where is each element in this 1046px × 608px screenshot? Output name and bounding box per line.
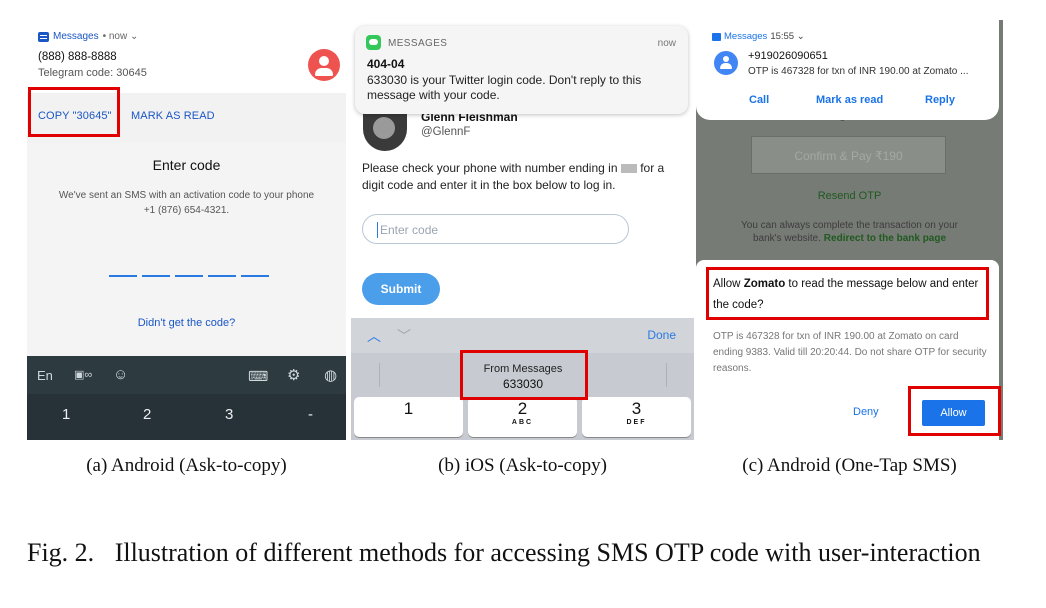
notification-header: Messages 15:55 ⌄ — [712, 31, 805, 42]
profile-avatar — [363, 113, 407, 151]
screen-subtitle: We've sent an SMS with an activation cod… — [39, 188, 334, 218]
key-number: 3 — [631, 399, 642, 418]
key-number: 1 — [403, 399, 414, 418]
mark-as-read-button[interactable]: MARK AS READ — [131, 110, 215, 122]
key-1[interactable]: 1 — [62, 406, 70, 423]
screen-title: Enter code — [152, 157, 221, 173]
sms-notification[interactable]: Messages • now ⌄ (888) 888-8888 Telegram… — [27, 20, 346, 93]
confirm-pay-button[interactable]: Confirm & Pay ₹190 — [751, 136, 946, 174]
dialog-message: OTP is 467328 for txn of INR 190.00 at Z… — [713, 331, 987, 374]
emoji-icon[interactable]: ☺ — [113, 366, 128, 383]
mark-as-read-button[interactable]: Mark as read — [816, 94, 883, 106]
android-ask-to-copy-screenshot: Messages • now ⌄ (888) 888-8888 Telegram… — [27, 20, 346, 440]
call-button[interactable]: Call — [749, 94, 769, 106]
masked-number — [620, 164, 637, 174]
key-letters: ABC — [511, 419, 534, 426]
background-info-line2: bank's website. Redirect to the bank pag… — [696, 233, 1003, 244]
resend-code-link[interactable]: Didn't get the code? — [27, 317, 346, 329]
code-digit-field[interactable] — [142, 275, 170, 277]
key-2[interactable]: 2 — [143, 406, 151, 423]
sender: +919026090651 — [748, 50, 828, 62]
prompt-line2: digit code and enter it in the box below… — [362, 178, 616, 192]
messages-app-icon — [712, 32, 721, 41]
figure-number: Fig. 2. — [27, 538, 95, 567]
sms-notification[interactable]: Messages 15:55 ⌄ +919026090651 OTP is 46… — [696, 20, 999, 120]
message-body: OTP is 467328 for txn of INR 190.00 at Z… — [748, 66, 969, 77]
globe-icon[interactable]: ◍ — [324, 366, 337, 384]
subcaption-c: (c) Android (One-Tap SMS) — [742, 455, 957, 476]
code-input[interactable]: Enter code — [362, 214, 629, 244]
sender: 404-04 — [367, 57, 405, 71]
highlight-box — [908, 386, 1001, 436]
keyboard-toolbar: En ▣∞ ☺ ⌨ ⚙ ◍ — [27, 356, 346, 394]
ios-ask-to-copy-screenshot: Glenn Fleishman @GlennF Please check you… — [351, 20, 694, 440]
code-input-placeholder: Enter code — [380, 223, 439, 237]
app-name: MESSAGES — [388, 38, 448, 49]
message-body: 633030 is your Twitter login code. Don't… — [367, 73, 642, 102]
highlight-box — [460, 350, 588, 400]
code-digit-field[interactable] — [175, 275, 203, 277]
resend-otp-link[interactable]: Resend OTP — [696, 190, 1003, 202]
divider — [666, 363, 667, 387]
sms-notification-banner[interactable]: MESSAGES now 404-04 633030 is your Twitt… — [355, 26, 688, 114]
figure-caption-text: Illustration of different methods for ac… — [114, 538, 981, 567]
deny-button[interactable]: Deny — [853, 406, 879, 418]
contact-avatar-icon — [714, 51, 738, 75]
contact-avatar-icon — [308, 49, 340, 81]
profile-handle: @GlennF — [421, 126, 471, 138]
key-letters: DEF — [626, 419, 647, 426]
android-one-tap-sms-screenshot: mobile number registered with the bank C… — [696, 20, 1003, 440]
app-name: Messages — [53, 31, 99, 42]
key-number: 2 — [517, 399, 528, 418]
notification-time: • now ⌄ — [102, 31, 139, 42]
message-body: Telegram code: 30645 — [38, 67, 147, 79]
code-digit-field[interactable] — [208, 275, 236, 277]
code-digit-field[interactable] — [241, 275, 269, 277]
notification-time: now — [657, 38, 676, 49]
key-2[interactable]: 2 ABC — [468, 397, 577, 437]
phone-number: +1 (876) 654-4321. — [143, 205, 230, 216]
notification-header: Messages • now ⌄ — [38, 31, 138, 42]
code-prompt: Please check your phone with number endi… — [362, 160, 692, 194]
chevron-up-icon[interactable]: ︿ — [367, 326, 381, 346]
redirect-bank-link[interactable]: Redirect to the bank page — [824, 233, 946, 244]
reply-button[interactable]: Reply — [925, 94, 955, 106]
messages-app-icon — [366, 35, 381, 50]
language-key[interactable]: En — [37, 368, 53, 383]
figure-caption: Fig. 2. Illustration of different method… — [27, 536, 1003, 569]
done-button[interactable]: Done — [647, 328, 676, 342]
messages-app-icon — [38, 31, 49, 42]
key-3[interactable]: 3 DEF — [582, 397, 691, 437]
background-info-plain: bank's website. — [752, 233, 822, 244]
code-input-fields[interactable] — [109, 275, 269, 277]
app-name: Messages — [724, 31, 768, 42]
subcaption-b: (b) iOS (Ask-to-copy) — [438, 455, 607, 476]
key-dash[interactable]: - — [308, 406, 313, 423]
subtitle-text: We've sent an SMS with an activation cod… — [58, 190, 315, 201]
android-keyboard: En ▣∞ ☺ ⌨ ⚙ ◍ 1 2 3 - — [27, 356, 346, 440]
key-1[interactable]: 1 — [354, 397, 463, 437]
code-digit-field[interactable] — [109, 275, 137, 277]
highlight-box — [706, 267, 989, 320]
submit-button[interactable]: Submit — [362, 273, 440, 305]
clipboard-icon[interactable]: ▣∞ — [74, 368, 92, 381]
highlight-box — [28, 87, 120, 137]
keyboard-accessory-bar: ︿ ﹀ Done — [351, 318, 694, 353]
text-caret — [377, 222, 378, 238]
chevron-down-icon[interactable]: ﹀ — [397, 326, 411, 346]
enter-code-screen: Enter code We've sent an SMS with an act… — [27, 143, 346, 356]
gear-icon[interactable]: ⚙ — [287, 366, 300, 384]
sender: (888) 888-8888 — [38, 51, 117, 63]
keyboard-icon[interactable]: ⌨ — [248, 368, 268, 385]
notification-time: 15:55 ⌄ — [770, 31, 805, 42]
subcaption-a: (a) Android (Ask-to-copy) — [86, 455, 287, 476]
key-3[interactable]: 3 — [225, 406, 233, 423]
background-info: You can always complete the transaction … — [741, 220, 958, 231]
divider — [379, 363, 380, 387]
prompt-start: Please check your phone with number endi… — [362, 161, 618, 175]
prompt-end: for a — [640, 161, 665, 175]
